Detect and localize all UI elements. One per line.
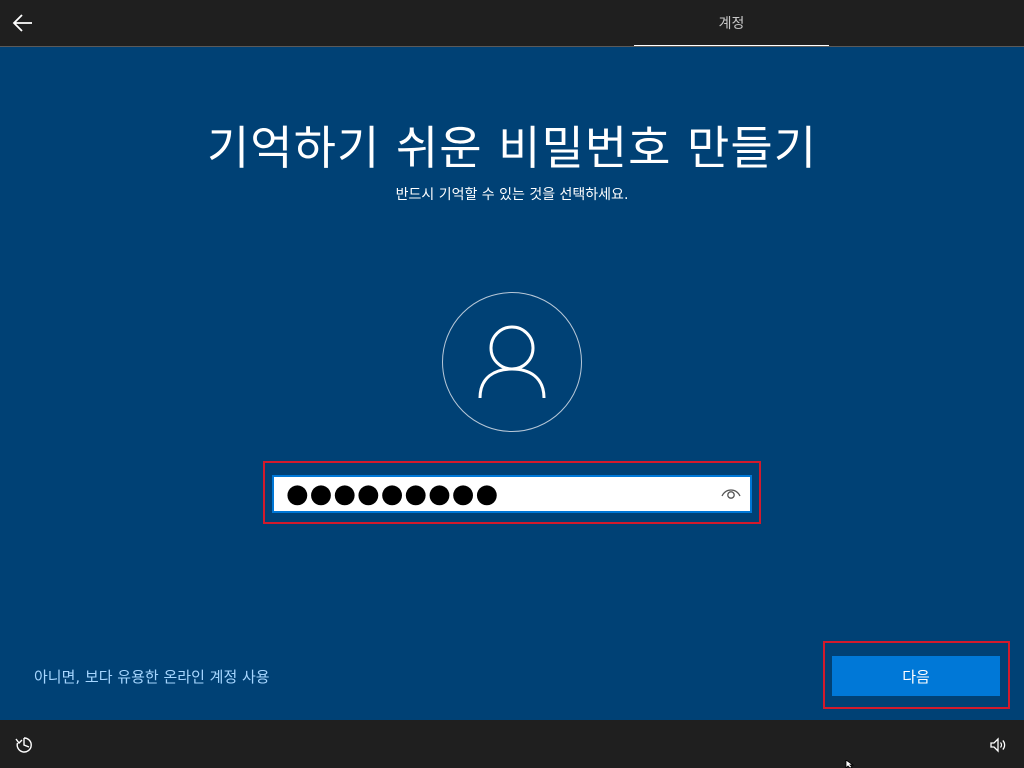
arrow-left-icon xyxy=(12,14,32,32)
page-title: 기억하기 쉬운 비밀번호 만들기 xyxy=(206,121,818,175)
ease-of-access-icon xyxy=(15,737,32,753)
top-bar xyxy=(0,0,1024,46)
user-icon xyxy=(478,325,546,399)
next-button[interactable]: 다음 xyxy=(832,656,1000,696)
online-account-link[interactable]: 아니면, 보다 유용한 온라인 계정 사용 xyxy=(34,666,270,687)
password-field[interactable] xyxy=(272,475,752,513)
ease-of-access-button[interactable] xyxy=(14,735,34,755)
avatar xyxy=(442,292,582,432)
bottom-bar xyxy=(0,720,1024,768)
tab-account: 계정 xyxy=(718,16,745,32)
reveal-password-button[interactable] xyxy=(720,484,742,504)
main-panel: 기억하기 쉬운 비밀번호 만들기 반드시 기억할 수 있는 것을 선택하세요. … xyxy=(0,47,1024,720)
back-button[interactable] xyxy=(0,0,46,46)
volume-icon xyxy=(990,737,1006,753)
volume-button[interactable] xyxy=(989,736,1007,754)
page-subtitle: 반드시 기억할 수 있는 것을 선택하세요. xyxy=(395,187,629,203)
mouse-cursor-icon xyxy=(845,760,855,768)
password-input[interactable] xyxy=(284,478,708,510)
eye-icon xyxy=(721,489,741,499)
